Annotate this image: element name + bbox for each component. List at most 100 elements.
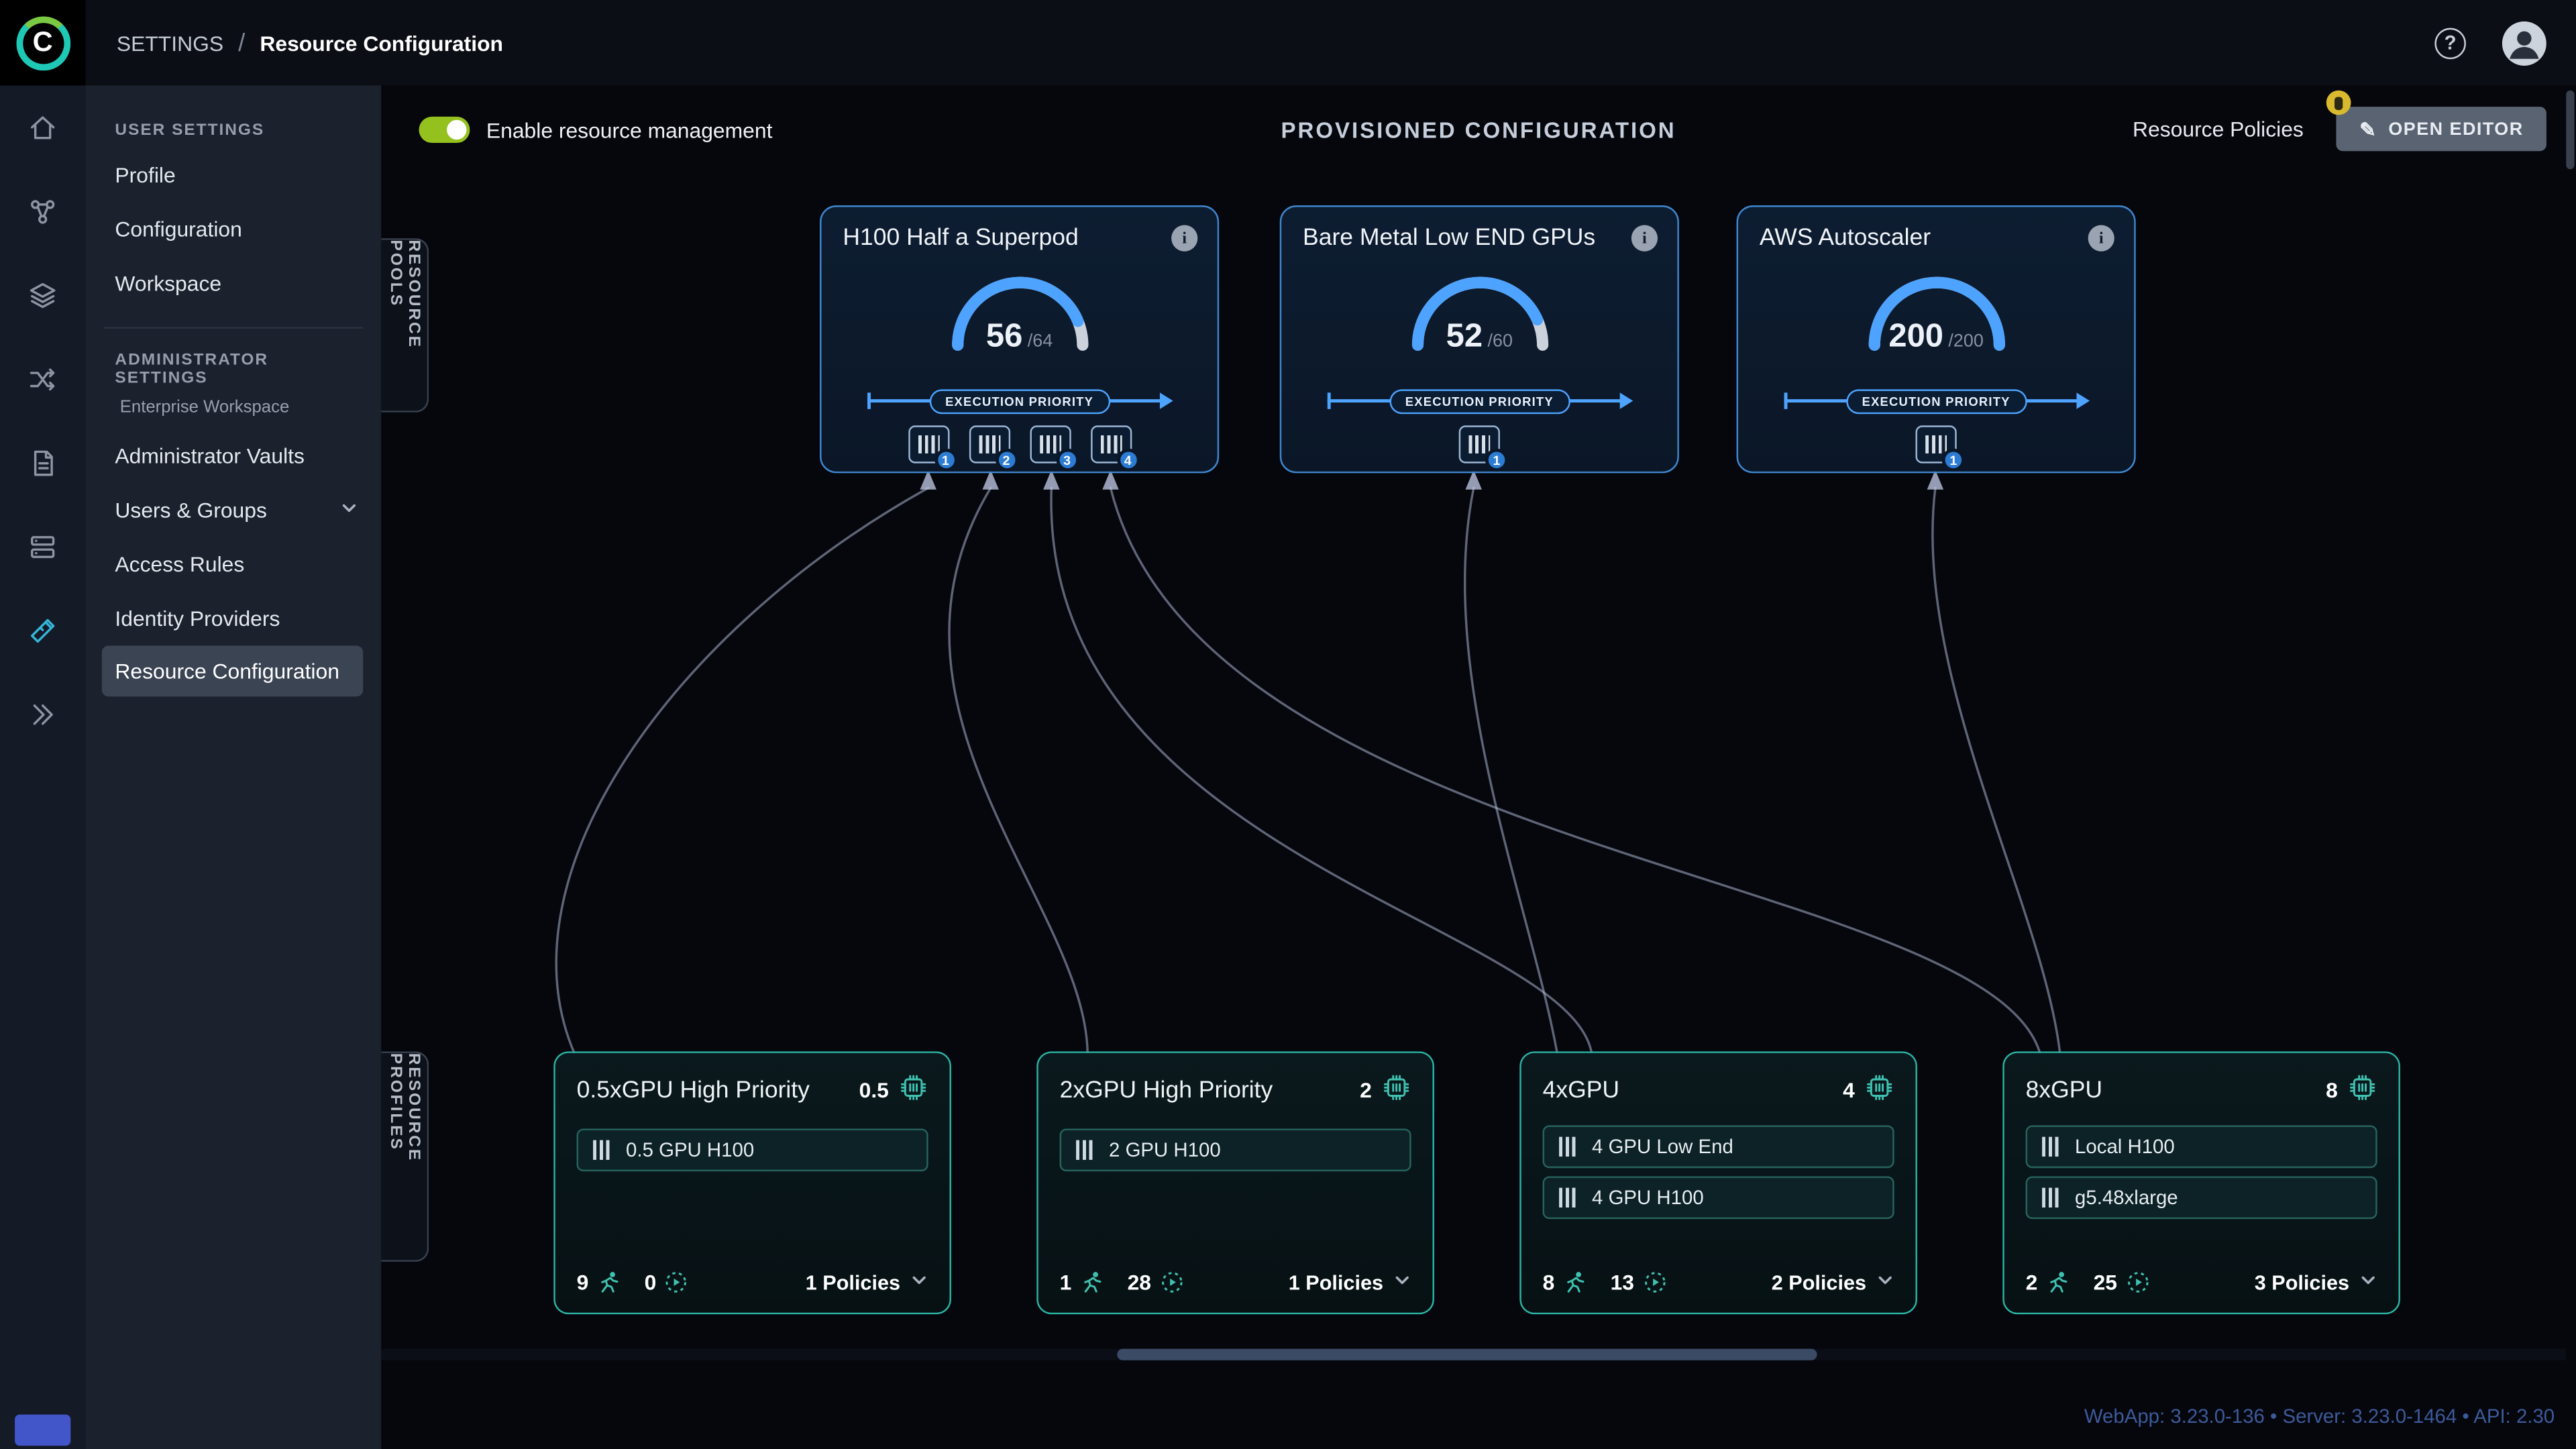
getting-started-icon[interactable]: [26, 698, 59, 731]
execution-priority-pill: EXECUTION PRIORITY: [1845, 389, 2027, 415]
sidebar-item-configuration[interactable]: Configuration: [85, 202, 381, 256]
profile-gpu-count: 2: [1360, 1073, 1411, 1107]
rail-bottom-tile[interactable]: [15, 1414, 71, 1446]
clearml-logo-icon: C: [15, 15, 70, 70]
profile-slot-2[interactable]: 2: [968, 425, 1018, 472]
vertical-scrollbar[interactable]: [2566, 90, 2575, 170]
sidebar-item-users-groups[interactable]: Users & Groups: [85, 483, 381, 537]
sidebar-item-resource-configuration[interactable]: Resource Configuration: [101, 645, 364, 697]
policies-dropdown[interactable]: 1 Policies: [806, 1271, 928, 1294]
running-count: 1: [1059, 1270, 1072, 1295]
profile-card-2xgpu[interactable]: 2xGPU High Priority 2 2 GPU H100 1 28 1 …: [1036, 1051, 1434, 1315]
gpu-icon: [2042, 1187, 2061, 1208]
gpu-icon: [593, 1140, 612, 1160]
open-editor-button[interactable]: ✎ OPEN EDITOR: [2326, 90, 2546, 152]
sidebar-item-access-rules[interactable]: Access Rules: [85, 537, 381, 592]
profile-slot-1[interactable]: 1: [1915, 425, 1965, 472]
resource-policies-link[interactable]: Resource Policies: [2133, 117, 2304, 142]
profile-slot-3[interactable]: 3: [1029, 425, 1079, 472]
pool-title: Bare Metal Low END GPUs: [1303, 225, 1596, 252]
horizontal-scrollbar[interactable]: [1117, 1348, 1817, 1360]
queue-item[interactable]: Local H100: [2025, 1125, 2377, 1169]
queues-icon[interactable]: [26, 531, 59, 564]
user-avatar[interactable]: [2502, 20, 2546, 65]
queue-item[interactable]: 2 GPU H100: [1059, 1128, 1411, 1172]
info-icon[interactable]: i: [1631, 225, 1658, 252]
pool-usage-gauge: 200 /200: [1854, 260, 2019, 355]
gpu-icon: [1076, 1140, 1095, 1160]
sidebar-divider: [103, 327, 364, 329]
profile-card-8xgpu[interactable]: 8xGPU 8 Local H100 g5.48xlarge 2 25 3 Po…: [2002, 1051, 2400, 1315]
queue-item[interactable]: g5.48xlarge: [2025, 1176, 2377, 1220]
sidebar-item-administrator-vaults[interactable]: Administrator Vaults: [85, 429, 381, 483]
orchestration-icon[interactable]: [26, 363, 59, 396]
pending-jobs-icon: [665, 1270, 690, 1295]
admin-settings-header: ADMINISTRATOR SETTINGS: [115, 352, 269, 388]
gpu-chip-icon: [1382, 1073, 1411, 1107]
gpu-icon: [1468, 435, 1491, 453]
policies-dropdown[interactable]: 2 Policies: [1772, 1271, 1894, 1294]
profile-slot-1[interactable]: 1: [1458, 425, 1509, 472]
help-icon[interactable]: ?: [2434, 27, 2466, 58]
breadcrumb: SETTINGS / Resource Configuration: [117, 0, 503, 85]
gpu-chip-icon: [2348, 1073, 2377, 1107]
gpu-icon: [1559, 1136, 1578, 1157]
profile-card-4xgpu[interactable]: 4xGPU 4 4 GPU Low End 4 GPU H100 8 13 2 …: [1519, 1051, 1917, 1315]
chevron-down-icon: [910, 1271, 928, 1293]
applications-icon[interactable]: [26, 614, 59, 647]
profile-name: 4xGPU: [1542, 1077, 1620, 1104]
pool-total-count: /60: [1487, 331, 1513, 352]
pending-jobs-icon: [2125, 1270, 2150, 1295]
pool-card-aws-autoscaler[interactable]: AWS Autoscaler i 200 /200 EXECUTION PRIO…: [1736, 205, 2136, 474]
profile-gpu-count: 8: [2326, 1073, 2377, 1107]
queue-item[interactable]: 4 GPU H100: [1542, 1176, 1894, 1220]
info-icon[interactable]: i: [2088, 225, 2114, 252]
app-window: C SETTINGS / Resource Configuration ? US…: [0, 0, 2576, 1449]
sidebar-item-workspace[interactable]: Workspace: [85, 256, 381, 311]
pool-total-count: /64: [1027, 331, 1053, 352]
models-icon[interactable]: [26, 195, 59, 228]
profile-slot-4[interactable]: 4: [1089, 425, 1140, 472]
chevron-down-icon: [1876, 1271, 1894, 1293]
datasets-icon[interactable]: [26, 279, 59, 312]
profile-name: 2xGPU High Priority: [1059, 1077, 1273, 1104]
gpu-icon: [978, 435, 1000, 453]
profile-slot-1[interactable]: 1: [908, 425, 957, 472]
sidebar-item-profile[interactable]: Profile: [85, 148, 381, 202]
pool-used-count: 56: [985, 319, 1023, 355]
info-icon[interactable]: i: [1171, 225, 1198, 252]
arrow-right-icon: [1619, 392, 1633, 409]
breadcrumb-settings[interactable]: SETTINGS: [117, 30, 223, 55]
running-jobs-icon: [2046, 1270, 2071, 1295]
version-footer: WebApp: 3.23.0-136 • Server: 3.23.0-1464…: [2084, 1404, 2555, 1428]
pool-used-count: 52: [1446, 319, 1483, 355]
admin-workspace-label: Enterprise Workspace: [119, 397, 290, 418]
breadcrumb-separator: /: [238, 28, 246, 57]
reports-icon[interactable]: [26, 447, 59, 480]
main-content: Enable resource management PROVISIONED C…: [381, 85, 2576, 1449]
chevron-down-icon: [340, 498, 358, 523]
sidebar-item-identity-providers[interactable]: Identity Providers: [85, 592, 381, 646]
gpu-icon: [1099, 435, 1122, 453]
resource-pools-label: RESOURCE POOLS: [381, 238, 429, 413]
arrow-right-icon: [2076, 392, 2090, 409]
queue-item[interactable]: 0.5 GPU H100: [576, 1128, 928, 1172]
app-logo[interactable]: C: [0, 0, 86, 86]
execution-priority-pill: EXECUTION PRIORITY: [1389, 389, 1570, 415]
policies-dropdown[interactable]: 1 Policies: [1289, 1271, 1411, 1294]
pool-title: H100 Half a Superpod: [843, 225, 1079, 252]
icon-rail: [0, 85, 86, 1449]
pool-card-bare-metal[interactable]: Bare Metal Low END GPUs i 52 /60 EXECUTI…: [1279, 205, 1679, 474]
priority-badge: 4: [1116, 448, 1140, 472]
execution-priority-axis: EXECUTION PRIORITY: [1327, 388, 1633, 415]
pool-card-h100[interactable]: H100 Half a Superpod i 56 /64 EXECUTION …: [820, 205, 1220, 474]
home-icon[interactable]: [26, 112, 59, 145]
chevron-down-icon: [2359, 1271, 2377, 1293]
policies-dropdown[interactable]: 3 Policies: [2255, 1271, 2377, 1294]
profile-card-05xgpu[interactable]: 0.5xGPU High Priority 0.5 0.5 GPU H100 9…: [553, 1051, 951, 1315]
queue-item[interactable]: 4 GPU Low End: [1542, 1125, 1894, 1169]
running-count: 2: [2025, 1270, 2038, 1295]
running-jobs-icon: [1080, 1270, 1105, 1295]
execution-priority-pill: EXECUTION PRIORITY: [928, 389, 1110, 415]
running-count: 9: [576, 1270, 589, 1295]
